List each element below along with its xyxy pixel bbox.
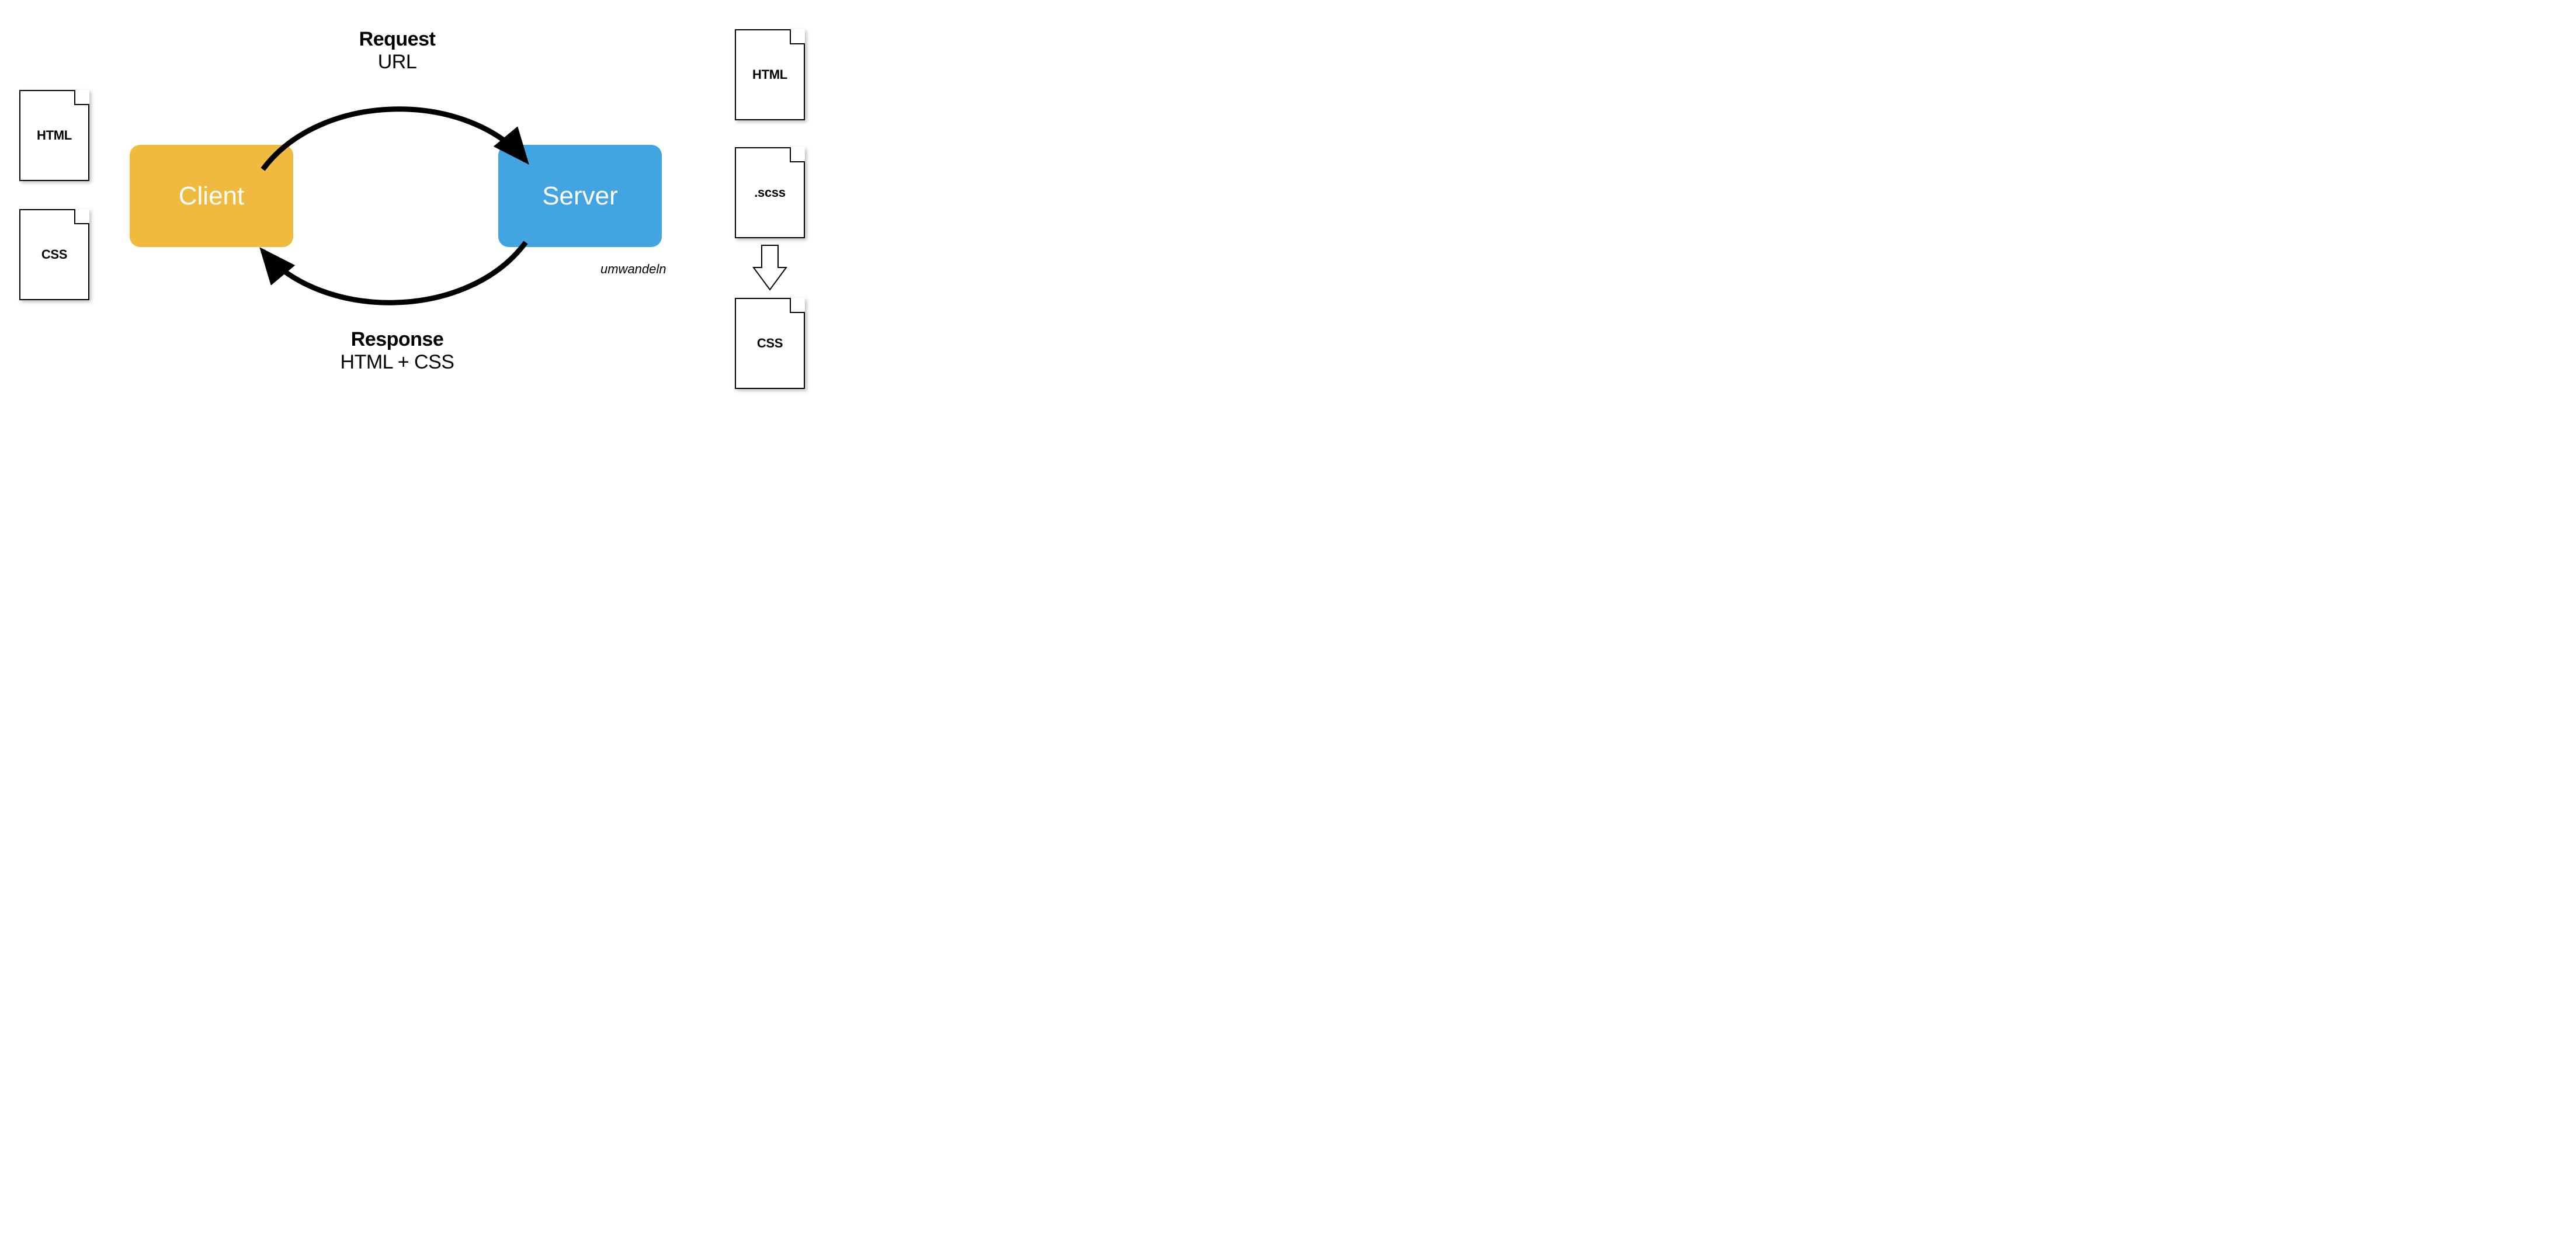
transform-label: umwandeln — [600, 262, 666, 277]
server-file-html: HTML — [735, 29, 805, 120]
doc-label: HTML — [37, 128, 72, 143]
request-subtitle: URL — [298, 51, 497, 74]
request-label-group: Request URL — [298, 28, 497, 74]
request-arrow-icon — [251, 82, 543, 181]
client-file-html: HTML — [19, 90, 89, 181]
request-title: Request — [298, 28, 497, 51]
response-title: Response — [298, 328, 497, 351]
doc-label: .scss — [754, 185, 786, 200]
server-file-css: CSS — [735, 298, 805, 389]
doc-label: CSS — [41, 247, 67, 262]
down-arrow-icon — [751, 243, 789, 293]
client-label: Client — [179, 182, 245, 211]
doc-label: CSS — [757, 336, 783, 351]
doc-label: HTML — [752, 67, 787, 82]
server-file-scss: .scss — [735, 147, 805, 238]
response-subtitle: HTML + CSS — [298, 351, 497, 374]
client-file-css: CSS — [19, 209, 89, 300]
server-label: Server — [542, 182, 618, 211]
response-arrow-icon — [251, 231, 543, 330]
response-label-group: Response HTML + CSS — [298, 328, 497, 374]
